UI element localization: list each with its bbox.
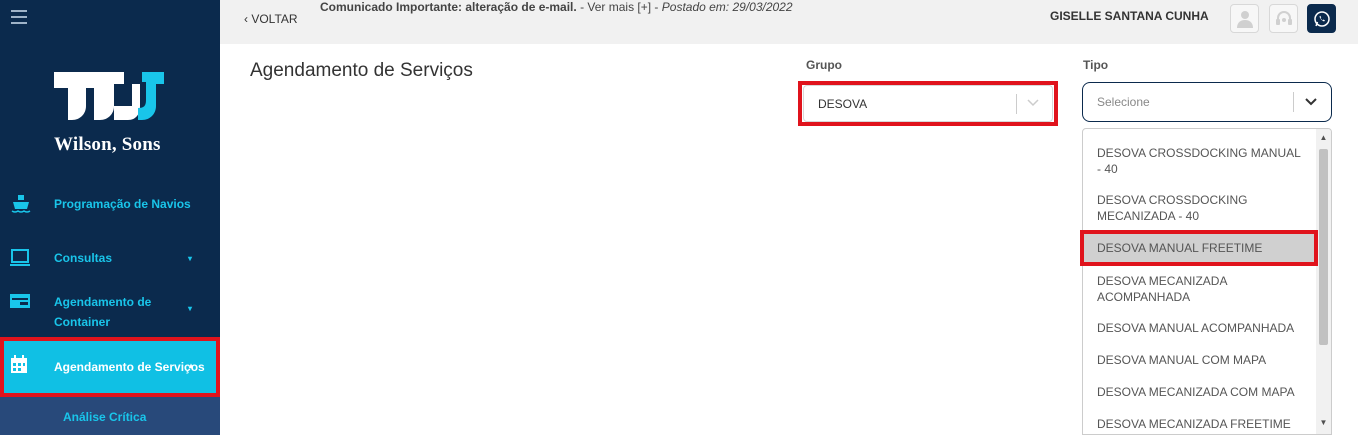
grupo-selected-value: DESOVA	[818, 96, 868, 111]
notice-banner[interactable]: Comunicado Importante: alteração de e-ma…	[320, 0, 793, 14]
tipo-placeholder: Selecione	[1097, 95, 1150, 109]
user-icon	[1236, 10, 1253, 28]
sidebar-item-agendamento-servicos[interactable]: Agendamento de Serviços ▴	[0, 337, 220, 397]
headset-icon	[1275, 10, 1292, 25]
chevron-down-icon: ▾	[188, 253, 193, 263]
calendar-icon	[10, 355, 32, 375]
scroll-up-arrow-icon[interactable]: ▲	[1316, 131, 1331, 145]
sidebar-item-label-line2: Container	[54, 315, 111, 329]
whatsapp-button[interactable]	[1307, 4, 1336, 33]
sidebar-item-programacao-navios[interactable]: Programação de Navios	[0, 194, 220, 214]
grupo-label: Grupo	[806, 58, 842, 72]
sidebar-item-label: Agendamento de	[54, 295, 152, 309]
dropdown-option[interactable]: DESOVA MECANIZADA ACOMPANHADA	[1083, 273, 1317, 305]
sidebar-item-label: Programação de Navios	[54, 197, 191, 211]
scrollbar-thumb[interactable]	[1319, 149, 1328, 345]
brand-name: Wilson, Sons	[54, 134, 161, 155]
sidebar-subitem-analise-critica[interactable]: Análise Crítica	[63, 410, 146, 424]
notice-posted-date: Postado em: 29/03/2022	[661, 0, 793, 14]
app: Wilson, Sons Programação de Navios Consu…	[0, 0, 1358, 435]
monitor-icon	[10, 248, 32, 268]
scroll-down-arrow-icon[interactable]: ▼	[1316, 416, 1331, 430]
whatsapp-icon	[1313, 10, 1330, 27]
notice-more-link[interactable]: - Ver mais [+] -	[577, 0, 662, 14]
hamburger-menu-icon[interactable]	[11, 10, 27, 24]
dropdown-option[interactable]: DESOVA MANUAL COM MAPA	[1083, 352, 1317, 368]
topbar: ‹ VOLTAR Comunicado Importante: alteraçã…	[220, 0, 1358, 44]
sidebar-item-label: Consultas	[54, 251, 113, 265]
dropdown-option[interactable]: DESOVA MECANIZADA COM MAPA	[1083, 384, 1317, 400]
dropdown-option[interactable]: DESOVA CROSSDOCKING MECANIZADA - 40	[1083, 192, 1317, 224]
dropdown-option[interactable]: DESOVA MECANIZADA FREETIME	[1083, 416, 1317, 432]
container-icon	[10, 292, 32, 312]
chevron-up-icon: ▴	[189, 361, 194, 370]
brand-logo: Wilson, Sons	[54, 70, 166, 155]
back-link[interactable]: ‹ VOLTAR	[244, 12, 298, 26]
user-name: GISELLE SANTANA CUNHA	[1050, 9, 1209, 23]
chevron-down-icon	[1305, 98, 1317, 106]
dropdown-scrollbar[interactable]: ▲ ▼	[1316, 129, 1331, 434]
chevron-down-icon	[1027, 99, 1039, 107]
sidebar-item-agendamento-container[interactable]: Agendamento de Container ▾	[0, 292, 220, 332]
sidebar-item-label: Agendamento de Serviços	[54, 360, 205, 374]
tipo-select[interactable]: Selecione	[1082, 82, 1332, 122]
support-button[interactable]	[1269, 4, 1298, 33]
notice-title: Comunicado Importante: alteração de e-ma…	[320, 0, 577, 14]
dropdown-option[interactable]: DESOVA MANUAL ACOMPANHADA	[1083, 320, 1317, 336]
dropdown-option-highlighted[interactable]: DESOVA MANUAL FREETIME	[1083, 233, 1317, 263]
select-separator	[1016, 93, 1017, 114]
chevron-down-icon: ▾	[188, 304, 193, 313]
grupo-select[interactable]: DESOVA	[803, 85, 1053, 122]
dropdown-option[interactable]: DESOVA CROSSDOCKING MANUAL - 40	[1083, 145, 1317, 177]
ship-icon	[10, 194, 32, 214]
sidebar: Wilson, Sons Programação de Navios Consu…	[0, 0, 220, 435]
brand-logo-mark	[54, 72, 164, 120]
user-profile-button[interactable]	[1230, 4, 1259, 33]
select-separator	[1293, 92, 1294, 112]
sidebar-item-consultas[interactable]: Consultas ▾	[0, 248, 220, 268]
tipo-label: Tipo	[1083, 58, 1109, 72]
page-title: Agendamento de Serviços	[250, 60, 473, 81]
submenu: Análise Crítica	[0, 397, 220, 435]
tipo-dropdown-menu: DESOVA CROSSDOCKING MANUAL - 40 DESOVA C…	[1082, 128, 1332, 435]
